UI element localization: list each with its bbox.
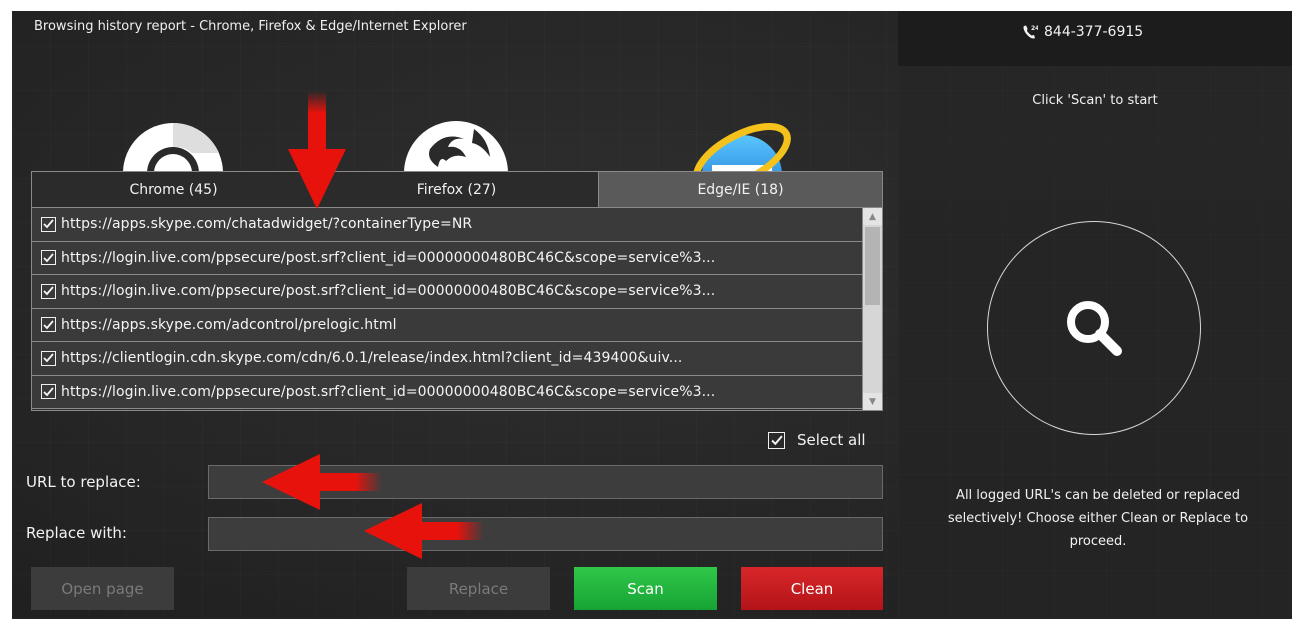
browser-tabs: Chrome (45) Firefox (27) Edge/IE (18) [31, 171, 883, 208]
checkmark-icon [770, 434, 783, 445]
phone-number: 844-377-6915 [1044, 24, 1144, 40]
url-text: https://apps.skype.com/chatadwidget/?con… [61, 216, 473, 233]
checkmark-icon [43, 320, 54, 330]
url-text: https://clientlogin.cdn.skype.com/cdn/6.… [61, 350, 683, 367]
chrome-logo-icon [122, 109, 224, 175]
select-all-label: Select all [797, 431, 866, 449]
select-all-checkbox[interactable] [768, 431, 785, 449]
instructions-text: All logged URL's can be deleted or repla… [947, 488, 1249, 549]
window-title: Browsing history report - Chrome, Firefo… [34, 19, 467, 34]
clean-button[interactable]: Clean [741, 567, 883, 610]
svg-text:24: 24 [1031, 25, 1038, 32]
firefox-logo-icon [404, 109, 508, 175]
list-item[interactable]: https://login.live.com/ppsecure/post.srf… [32, 275, 862, 309]
internet-explorer-logo-icon [690, 109, 794, 175]
support-phone: 24 844-377-6915 [1022, 24, 1143, 40]
checkbox[interactable] [41, 250, 56, 266]
select-all-toggle[interactable]: Select all [768, 431, 866, 449]
checkmark-icon [43, 387, 54, 397]
right-panel: 24 844-377-6915 Click 'Scan' to start Al… [898, 11, 1292, 619]
replace-button[interactable]: Replace [407, 567, 550, 610]
scroll-up-icon[interactable]: ▲ [863, 208, 882, 225]
scan-circle-button[interactable] [987, 221, 1201, 435]
url-list: https://apps.skype.com/chatadwidget/?con… [31, 208, 883, 411]
list-item[interactable]: https://login.live.com/ppsecure/post.srf… [32, 241, 862, 275]
list-item[interactable]: https://apps.skype.com/chatadwidget/?con… [32, 208, 862, 242]
checkbox[interactable] [41, 283, 56, 299]
url-text: https://login.live.com/ppsecure/post.srf… [61, 383, 716, 400]
checkbox[interactable] [41, 384, 56, 400]
checkmark-icon [43, 219, 54, 229]
tab-chrome[interactable]: Chrome (45) [32, 172, 315, 207]
app-window: Browsing history report - Chrome, Firefo… [12, 11, 1292, 619]
tab-firefox[interactable]: Firefox (27) [315, 172, 598, 207]
url-to-replace-input[interactable] [208, 465, 883, 499]
url-text: https://login.live.com/ppsecure/post.srf… [61, 249, 716, 266]
list-item[interactable]: https://apps.skype.com/adcontrol/prelogi… [32, 308, 862, 342]
list-item[interactable]: https://clientlogin.cdn.skype.com/cdn/6.… [32, 342, 862, 376]
search-icon [1067, 301, 1122, 356]
checkmark-icon [43, 286, 54, 296]
scroll-down-icon[interactable]: ▼ [863, 393, 882, 410]
url-to-replace-label: URL to replace: [26, 473, 141, 491]
replace-with-input[interactable] [208, 517, 883, 551]
scrollbar-thumb[interactable] [865, 227, 880, 305]
checkbox[interactable] [41, 350, 56, 366]
tab-edge-ie[interactable]: Edge/IE (18) [598, 172, 882, 207]
url-text: https://apps.skype.com/adcontrol/prelogi… [61, 316, 397, 333]
replace-with-label: Replace with: [26, 524, 127, 542]
url-text: https://login.live.com/ppsecure/post.srf… [61, 283, 716, 300]
phone-24h-icon: 24 [1022, 24, 1039, 40]
scan-button[interactable]: Scan [574, 567, 717, 610]
open-page-button[interactable]: Open page [31, 567, 174, 610]
checkmark-icon [43, 353, 54, 363]
checkmark-icon [43, 253, 54, 263]
list-item[interactable]: https://login.live.com/ppsecure/post.srf… [32, 375, 862, 409]
checkbox[interactable] [41, 216, 56, 232]
list-scrollbar[interactable]: ▲ ▼ [862, 208, 882, 410]
checkbox[interactable] [41, 317, 56, 333]
scan-hint: Click 'Scan' to start [1032, 93, 1158, 108]
